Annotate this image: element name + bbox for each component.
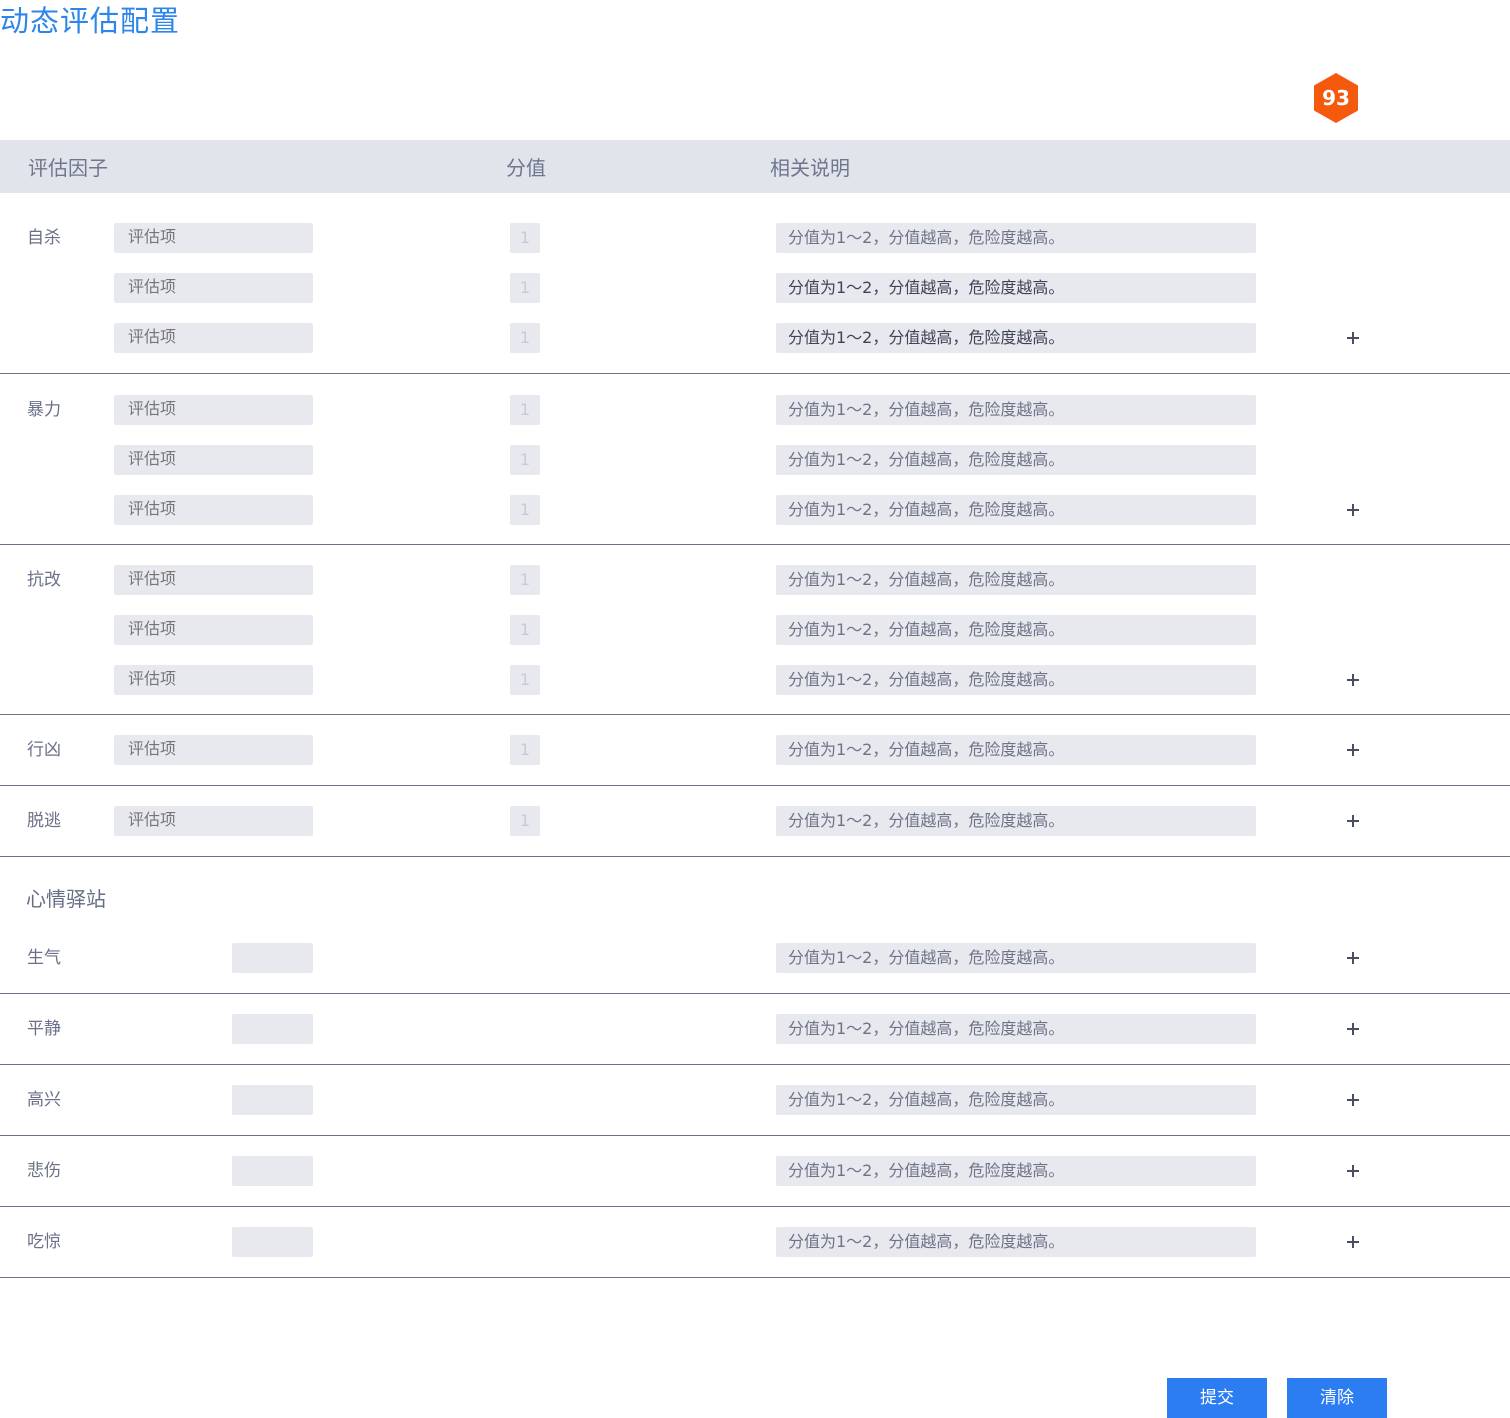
description-input[interactable]: 分值为1～2，分值越高，危险度越高。	[776, 395, 1256, 425]
score-input[interactable]: 1	[510, 495, 540, 525]
table-row: 1 分值为1～2，分值越高，危险度越高。	[0, 615, 1510, 645]
item-input[interactable]	[114, 665, 313, 695]
item-input[interactable]	[114, 323, 313, 353]
add-row-plus-icon[interactable]	[1343, 670, 1363, 690]
add-row-plus-icon[interactable]	[1343, 1019, 1363, 1039]
table-row: 1 分值为1～2，分值越高，危险度越高。	[0, 445, 1510, 475]
table-row: 高兴 分值为1～2，分值越高，危险度越高。	[0, 1085, 1510, 1115]
mood-score-input[interactable]	[232, 1156, 313, 1186]
score-input[interactable]: 1	[510, 735, 540, 765]
mood-group: 吃惊 分值为1～2，分值越高，危险度越高。	[0, 1207, 1510, 1278]
mood-name: 平静	[27, 1019, 61, 1039]
score-input[interactable]: 1	[510, 565, 540, 595]
factor-group: 脱逃 1 分值为1～2，分值越高，危险度越高。	[0, 786, 1510, 857]
score-input[interactable]: 1	[510, 223, 540, 253]
description-input[interactable]: 分值为1～2，分值越高，危险度越高。	[776, 1227, 1256, 1257]
table-header: 评估因子 分值 相关说明	[0, 140, 1510, 193]
description-input[interactable]: 分值为1～2，分值越高，危险度越高。	[776, 735, 1256, 765]
score-input[interactable]: 1	[510, 273, 540, 303]
table-row: 吃惊 分值为1～2，分值越高，危险度越高。	[0, 1227, 1510, 1257]
description-input[interactable]: 分值为1～2，分值越高，危险度越高。	[776, 806, 1256, 836]
mood-group: 高兴 分值为1～2，分值越高，危险度越高。	[0, 1065, 1510, 1136]
table-row: 1 分值为1～2，分值越高，危险度越高。	[0, 495, 1510, 525]
table-row: 暴力 1 分值为1～2，分值越高，危险度越高。	[0, 395, 1510, 425]
item-input[interactable]	[114, 273, 313, 303]
description-input[interactable]: 分值为1～2，分值越高，危险度越高。	[776, 1156, 1256, 1186]
item-input[interactable]	[114, 615, 313, 645]
add-row-plus-icon[interactable]	[1343, 500, 1363, 520]
mood-name: 悲伤	[27, 1161, 61, 1181]
table-row: 抗改 1 分值为1～2，分值越高，危险度越高。	[0, 565, 1510, 595]
mood-score-input[interactable]	[232, 1227, 313, 1257]
item-input[interactable]	[114, 395, 313, 425]
factor-name: 暴力	[27, 400, 61, 420]
add-row-plus-icon[interactable]	[1343, 1161, 1363, 1181]
header-score: 分值	[506, 156, 546, 180]
add-row-plus-icon[interactable]	[1343, 1232, 1363, 1252]
table-row: 悲伤 分值为1～2，分值越高，危险度越高。	[0, 1156, 1510, 1186]
mood-score-input[interactable]	[232, 943, 313, 973]
factor-group: 暴力 1 分值为1～2，分值越高，危险度越高。 1 分值为1～2，分值越高，危险…	[0, 374, 1510, 545]
table-row: 1 分值为1～2，分值越高，危险度越高。	[0, 323, 1510, 353]
item-input[interactable]	[114, 806, 313, 836]
factor-group: 抗改 1 分值为1～2，分值越高，危险度越高。 1 分值为1～2，分值越高，危险…	[0, 545, 1510, 715]
mood-score-input[interactable]	[232, 1014, 313, 1044]
table-row: 平静 分值为1～2，分值越高，危险度越高。	[0, 1014, 1510, 1044]
item-input[interactable]	[114, 735, 313, 765]
mood-group: 平静 分值为1～2，分值越高，危险度越高。	[0, 994, 1510, 1065]
description-input[interactable]: 分值为1～2，分值越高，危险度越高。	[776, 1085, 1256, 1115]
description-input[interactable]: 分值为1～2，分值越高，危险度越高。	[776, 1014, 1256, 1044]
score-input[interactable]: 1	[510, 665, 540, 695]
table-row: 1 分值为1～2，分值越高，危险度越高。	[0, 273, 1510, 303]
item-input[interactable]	[114, 223, 313, 253]
mood-section-title: 心情驿站	[26, 887, 106, 911]
table-row: 1 分值为1～2，分值越高，危险度越高。	[0, 665, 1510, 695]
header-factor: 评估因子	[28, 156, 108, 180]
add-row-plus-icon[interactable]	[1343, 948, 1363, 968]
table-row: 行凶 1 分值为1～2，分值越高，危险度越高。	[0, 735, 1510, 765]
score-badge: 93	[1314, 73, 1358, 123]
mood-group: 悲伤 分值为1～2，分值越高，危险度越高。	[0, 1136, 1510, 1207]
table-row: 自杀 1 分值为1～2，分值越高，危险度越高。	[0, 223, 1510, 253]
description-input[interactable]: 分值为1～2，分值越高，危险度越高。	[776, 665, 1256, 695]
submit-button[interactable]: 提交	[1167, 1378, 1267, 1418]
table-row: 脱逃 1 分值为1～2，分值越高，危险度越高。	[0, 806, 1510, 836]
description-input[interactable]: 分值为1～2，分值越高，危险度越高。	[776, 223, 1256, 253]
factor-name: 自杀	[27, 228, 61, 248]
mood-group: 生气 分值为1～2，分值越高，危险度越高。	[0, 923, 1510, 994]
description-input[interactable]: 分值为1～2，分值越高，危险度越高。	[776, 445, 1256, 475]
description-input[interactable]: 分值为1～2，分值越高，危险度越高。	[776, 273, 1256, 303]
add-row-plus-icon[interactable]	[1343, 811, 1363, 831]
add-row-plus-icon[interactable]	[1343, 740, 1363, 760]
item-input[interactable]	[114, 565, 313, 595]
add-row-plus-icon[interactable]	[1343, 1090, 1363, 1110]
item-input[interactable]	[114, 495, 313, 525]
mood-name: 高兴	[27, 1090, 61, 1110]
page-title: 动态评估配置	[0, 4, 181, 38]
description-input[interactable]: 分值为1～2，分值越高，危险度越高。	[776, 495, 1256, 525]
add-row-plus-icon[interactable]	[1343, 328, 1363, 348]
score-input[interactable]: 1	[510, 806, 540, 836]
score-input[interactable]: 1	[510, 395, 540, 425]
clear-button[interactable]: 清除	[1287, 1378, 1387, 1418]
factor-name: 抗改	[27, 570, 61, 590]
table-row: 生气 分值为1～2，分值越高，危险度越高。	[0, 943, 1510, 973]
mood-name: 吃惊	[27, 1232, 61, 1252]
item-input[interactable]	[114, 445, 313, 475]
description-input[interactable]: 分值为1～2，分值越高，危险度越高。	[776, 615, 1256, 645]
mood-score-input[interactable]	[232, 1085, 313, 1115]
description-input[interactable]: 分值为1～2，分值越高，危险度越高。	[776, 943, 1256, 973]
factor-group: 自杀 1 分值为1～2，分值越高，危险度越高。 1 分值为1～2，分值越高，危险…	[0, 193, 1510, 374]
factor-group: 行凶 1 分值为1～2，分值越高，危险度越高。	[0, 715, 1510, 786]
score-input[interactable]: 1	[510, 323, 540, 353]
description-input[interactable]: 分值为1～2，分值越高，危险度越高。	[776, 323, 1256, 353]
score-input[interactable]: 1	[510, 615, 540, 645]
factor-name: 行凶	[27, 740, 61, 760]
factor-name: 脱逃	[27, 811, 61, 831]
mood-name: 生气	[27, 948, 61, 968]
description-input[interactable]: 分值为1～2，分值越高，危险度越高。	[776, 565, 1256, 595]
score-input[interactable]: 1	[510, 445, 540, 475]
header-description: 相关说明	[770, 156, 850, 180]
